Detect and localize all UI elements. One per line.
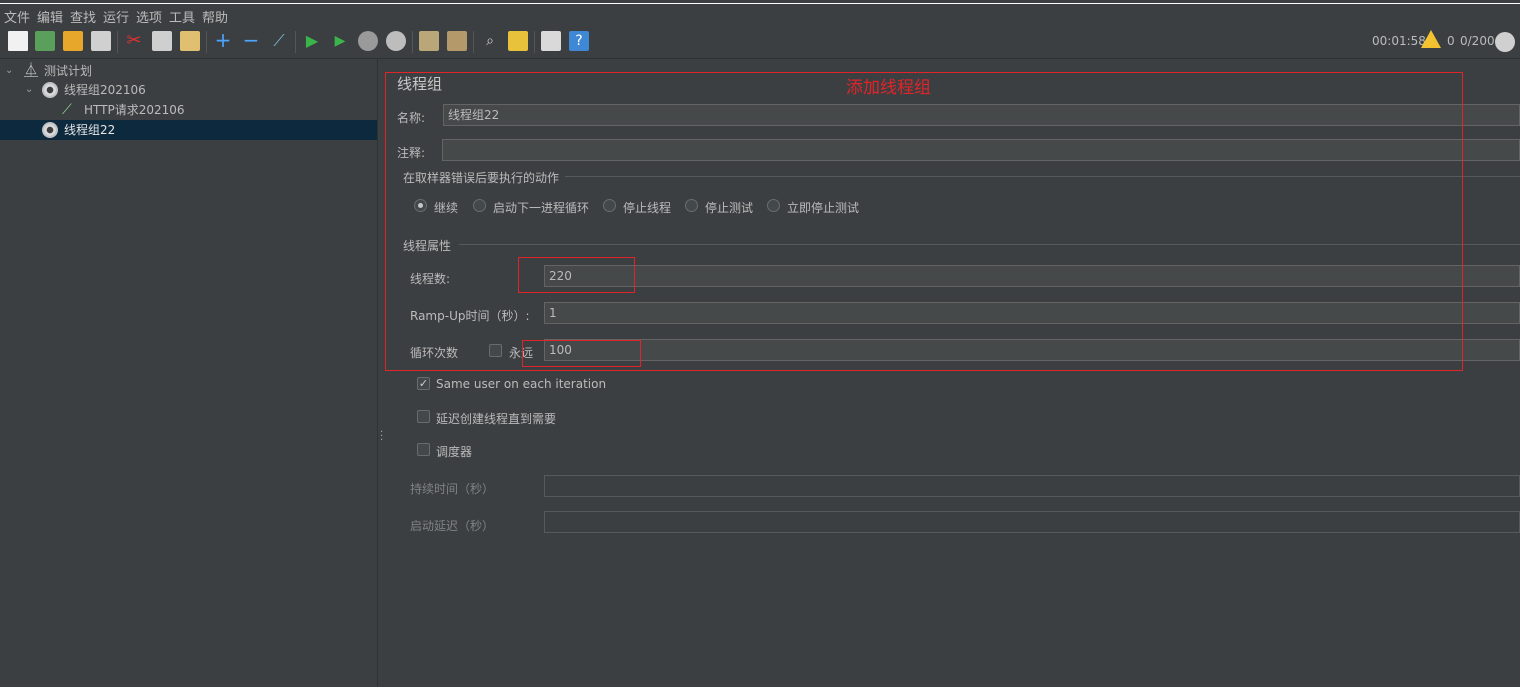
drag-handle-icon[interactable]: · · · bbox=[380, 428, 383, 446]
tree-label: 线程组202106 bbox=[64, 83, 146, 97]
remote-icon[interactable] bbox=[1495, 32, 1515, 52]
templates-icon[interactable] bbox=[35, 31, 55, 51]
startup-delay-field[interactable] bbox=[544, 511, 1520, 533]
same-user-checkbox[interactable]: ✓ bbox=[417, 377, 430, 390]
scheduler-label: 调度器 bbox=[436, 445, 473, 459]
thread-count: 0/200 bbox=[1460, 34, 1495, 48]
toolbar-separator bbox=[206, 31, 207, 53]
menu-options[interactable]: 选项 bbox=[136, 7, 162, 26]
stop-icon[interactable] bbox=[358, 31, 378, 51]
scheduler-checkbox[interactable] bbox=[417, 443, 430, 456]
test-plan-tree: ⌄ ⏅ 测试计划 ⌄ 线程组202106 ⟋ HTTP请求202106 线程组2… bbox=[0, 59, 377, 687]
duration-label: 持续时间（秒） bbox=[410, 482, 495, 496]
duration-field[interactable] bbox=[544, 475, 1520, 497]
delay-create-label: 延迟创建线程直到需要 bbox=[436, 412, 557, 426]
reset-search-icon[interactable] bbox=[508, 31, 528, 51]
gear-icon bbox=[42, 82, 58, 98]
menu-run[interactable]: 运行 bbox=[103, 7, 129, 26]
save-icon[interactable] bbox=[91, 31, 111, 51]
annotation-box bbox=[385, 72, 1463, 371]
start-icon[interactable]: ▶ bbox=[302, 31, 322, 51]
thread-group-panel: 线程组 添加线程组 名称: 线程组22 注释: 在取样器错误后要执行的动作 继续… bbox=[385, 59, 1520, 687]
delay-create-checkbox[interactable] bbox=[417, 410, 430, 423]
gear-icon bbox=[42, 122, 58, 138]
cut-icon[interactable]: ✂ bbox=[124, 31, 144, 51]
copy-icon[interactable] bbox=[152, 31, 172, 51]
clear-icon[interactable] bbox=[419, 31, 439, 51]
warning-icon[interactable] bbox=[1421, 30, 1441, 48]
tree-label: 线程组22 bbox=[64, 123, 116, 137]
paste-icon[interactable] bbox=[180, 31, 200, 51]
tree-node-test-plan[interactable]: ⌄ ⏅ 测试计划 bbox=[0, 61, 377, 81]
expand-icon[interactable]: + bbox=[213, 30, 233, 51]
flask-icon: ⏅ bbox=[24, 63, 38, 79]
help-icon[interactable]: ? bbox=[569, 31, 589, 51]
menu-edit[interactable]: 编辑 bbox=[37, 7, 63, 26]
chevron-down-icon[interactable]: ⌄ bbox=[5, 61, 13, 81]
pipette-icon: ⟋ bbox=[62, 102, 72, 118]
search-icon[interactable]: ⌕ bbox=[480, 31, 500, 51]
toolbar-separator bbox=[473, 31, 474, 53]
toolbar: ✂ + − ⟋ ▶ ▶ ⌕ ? 00:01:58 0 0/200 bbox=[0, 25, 1520, 59]
menu-help[interactable]: 帮助 bbox=[202, 7, 228, 26]
startup-delay-label: 启动延迟（秒） bbox=[410, 519, 495, 533]
menu-tools[interactable]: 工具 bbox=[169, 7, 195, 26]
menu-file[interactable]: 文件 bbox=[4, 7, 30, 26]
tree-node-thread-group-202106[interactable]: ⌄ 线程组202106 bbox=[0, 80, 377, 100]
toolbar-separator bbox=[295, 31, 296, 53]
open-icon[interactable] bbox=[63, 31, 83, 51]
menu-search[interactable]: 查找 bbox=[70, 7, 96, 26]
toolbar-separator bbox=[534, 31, 535, 53]
tree-label: HTTP请求202106 bbox=[84, 103, 185, 117]
start-no-pause-icon[interactable]: ▶ bbox=[330, 31, 350, 51]
shutdown-icon[interactable] bbox=[386, 31, 406, 51]
tree-node-http-request[interactable]: ⟋ HTTP请求202106 bbox=[0, 100, 377, 120]
warning-count: 0 bbox=[1447, 34, 1455, 48]
toolbar-separator bbox=[412, 31, 413, 53]
tree-node-thread-group-22[interactable]: 线程组22 bbox=[0, 120, 377, 140]
menu-bar: 文件 编辑 查找 运行 选项 工具 帮助 bbox=[0, 3, 1520, 26]
elapsed-time: 00:01:58 bbox=[1372, 34, 1426, 48]
function-helper-icon[interactable] bbox=[541, 31, 561, 51]
toggle-icon[interactable]: ⟋ bbox=[269, 31, 289, 51]
chevron-down-icon[interactable]: ⌄ bbox=[25, 80, 33, 100]
annotation-box-threads bbox=[518, 257, 635, 293]
toolbar-separator bbox=[117, 31, 118, 53]
collapse-icon[interactable]: − bbox=[241, 30, 261, 51]
annotation-box-loops bbox=[522, 340, 641, 367]
new-icon[interactable] bbox=[8, 31, 28, 51]
clear-all-icon[interactable] bbox=[447, 31, 467, 51]
same-user-label: Same user on each iteration bbox=[436, 377, 607, 391]
tree-label: 测试计划 bbox=[44, 64, 93, 78]
